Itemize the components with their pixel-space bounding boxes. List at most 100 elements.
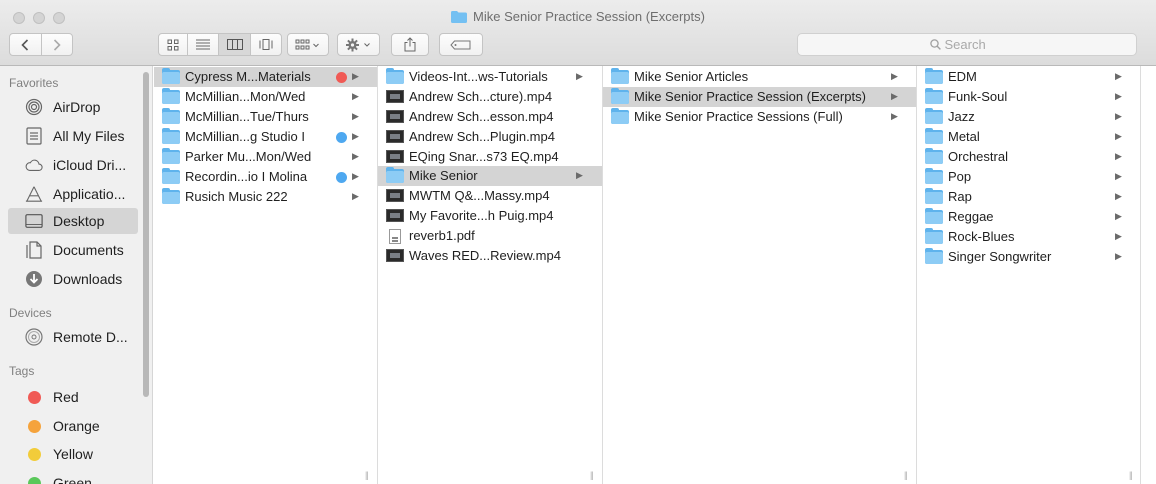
search-field[interactable] xyxy=(797,33,1137,56)
window-title: Mike Senior Practice Session (Excerpts) xyxy=(0,9,1156,26)
sidebar-item-documents[interactable]: Documents xyxy=(8,237,138,263)
column-resize-handle[interactable]: || xyxy=(365,470,369,480)
disclosure-arrow-icon: ▶ xyxy=(1115,131,1122,141)
list-item[interactable]: Mike Senior ▶ xyxy=(378,166,602,186)
share-button[interactable] xyxy=(391,33,429,56)
folder-icon xyxy=(925,208,943,224)
list-item[interactable]: Andrew Sch...esson.mp4 xyxy=(378,107,602,127)
orange-tag-dot-icon xyxy=(25,417,43,435)
back-button[interactable] xyxy=(10,34,42,55)
column-resize-handle[interactable]: || xyxy=(1129,470,1133,480)
list-item[interactable]: Mike Senior Articles ▶ xyxy=(603,67,916,87)
list-item[interactable]: Videos-Int...ws-Tutorials ▶ xyxy=(378,67,602,87)
action-button[interactable] xyxy=(337,33,380,56)
cover-flow-button[interactable] xyxy=(251,34,281,55)
list-item[interactable]: Funk-Soul ▶ xyxy=(917,87,1140,107)
list-item[interactable]: EQing Snar...s73 EQ.mp4 xyxy=(378,147,602,167)
forward-button[interactable] xyxy=(42,34,73,55)
list-item[interactable]: McMillian...Tue/Thurs ▶ xyxy=(154,107,377,127)
item-name: Jazz xyxy=(948,109,975,124)
column-view-icon xyxy=(226,39,243,50)
item-name: Rap xyxy=(948,189,972,204)
list-item[interactable]: Singer Songwriter ▶ xyxy=(917,247,1140,267)
folder-icon xyxy=(386,167,404,183)
list-item[interactable]: Waves RED...Review.mp4 xyxy=(378,246,602,266)
list-item[interactable]: Parker Mu...Mon/Wed ▶ xyxy=(154,147,377,167)
folder-icon xyxy=(925,68,943,84)
list-item[interactable]: McMillian...Mon/Wed ▶ xyxy=(154,87,377,107)
arrange-button[interactable] xyxy=(287,33,329,56)
sidebar-item-downloads[interactable]: Downloads xyxy=(8,266,138,292)
item-name: Videos-Int...ws-Tutorials xyxy=(409,69,548,84)
column-resize-handle[interactable]: || xyxy=(904,470,908,480)
list-item[interactable]: Metal ▶ xyxy=(917,127,1140,147)
cloud-icon xyxy=(25,156,43,174)
list-item[interactable]: Andrew Sch...cture).mp4 xyxy=(378,87,602,107)
sidebar-tag-green[interactable]: Green xyxy=(8,470,138,484)
sidebar-item-label: Red xyxy=(53,389,79,405)
list-item[interactable]: Mike Senior Practice Sessions (Full) ▶ xyxy=(603,107,916,127)
item-name: Pop xyxy=(948,169,972,184)
video-file-icon xyxy=(386,209,404,223)
column-view-button[interactable] xyxy=(219,34,251,55)
list-item[interactable]: Rusich Music 222 ▶ xyxy=(154,187,377,207)
list-item[interactable]: Pop ▶ xyxy=(917,167,1140,187)
list-item[interactable]: Rock-Blues ▶ xyxy=(917,227,1140,247)
list-item[interactable]: Recordin...io I Molina ▶ xyxy=(154,167,377,187)
sidebar-item-all-my-files[interactable]: All My Files xyxy=(8,123,138,149)
list-item[interactable]: Cypress M...Materials ▶ xyxy=(154,67,377,87)
yellow-tag-dot-icon xyxy=(25,445,43,463)
sidebar-item-desktop[interactable]: Desktop xyxy=(8,208,138,234)
sidebar-item-label: Orange xyxy=(53,418,100,434)
disclosure-arrow-icon: ▶ xyxy=(1115,111,1122,121)
item-name: My Favorite...h Puig.mp4 xyxy=(409,208,554,223)
list-item[interactable]: Rap ▶ xyxy=(917,187,1140,207)
airdrop-icon xyxy=(25,98,43,116)
disclosure-arrow-icon: ▶ xyxy=(1115,171,1122,181)
icon-view-button[interactable] xyxy=(159,34,188,55)
folder-icon xyxy=(611,88,629,104)
list-item[interactable]: Mike Senior Practice Session (Excerpts) … xyxy=(603,87,916,107)
tag-button[interactable] xyxy=(439,33,483,56)
sidebar-item-airdrop[interactable]: AirDrop xyxy=(8,94,138,120)
list-item[interactable]: McMillian...g Studio I ▶ xyxy=(154,127,377,147)
item-name: Metal xyxy=(948,129,980,144)
list-item[interactable]: EDM ▶ xyxy=(917,67,1140,87)
back-arrow-icon xyxy=(21,38,29,51)
item-name: Orchestral xyxy=(948,149,1008,164)
sidebar-item-icloud-drive[interactable]: iCloud Dri... xyxy=(8,152,138,178)
item-name: Waves RED...Review.mp4 xyxy=(409,248,561,263)
disclosure-arrow-icon: ▶ xyxy=(1115,151,1122,161)
sidebar-tag-yellow[interactable]: Yellow xyxy=(8,441,138,467)
item-name: Singer Songwriter xyxy=(948,249,1052,264)
list-item[interactable]: Orchestral ▶ xyxy=(917,147,1140,167)
sidebar-item-label: Remote D... xyxy=(53,329,128,345)
list-item[interactable]: My Favorite...h Puig.mp4 xyxy=(378,206,602,226)
folder-icon xyxy=(611,108,629,124)
sidebar-item-label: Yellow xyxy=(53,446,93,462)
red-tag-dot-icon xyxy=(336,72,347,83)
list-item[interactable]: MWTM Q&...Massy.mp4 xyxy=(378,186,602,206)
search-input[interactable] xyxy=(944,37,1005,52)
sidebar-tag-orange[interactable]: Orange xyxy=(8,413,138,439)
folder-icon xyxy=(162,168,180,184)
sidebar-scrollbar[interactable] xyxy=(143,72,149,397)
list-item[interactable]: Reggae ▶ xyxy=(917,207,1140,227)
list-item[interactable]: reverb1.pdf xyxy=(378,226,602,246)
list-view-button[interactable] xyxy=(188,34,219,55)
folder-icon xyxy=(925,168,943,184)
sidebar-item-applications[interactable]: Applicatio... xyxy=(8,181,138,207)
cover-flow-icon xyxy=(259,39,273,50)
sidebar-item-remote-disc[interactable]: Remote D... xyxy=(8,324,138,350)
list-item[interactable]: Andrew Sch...Plugin.mp4 xyxy=(378,127,602,147)
item-name: Mike Senior xyxy=(409,168,478,183)
disclosure-arrow-icon: ▶ xyxy=(1115,251,1122,261)
item-name: Mike Senior Articles xyxy=(634,69,749,84)
sidebar-item-label: Downloads xyxy=(53,271,123,287)
disclosure-arrow-icon: ▶ xyxy=(1115,231,1122,241)
list-item[interactable]: Jazz ▶ xyxy=(917,107,1140,127)
browser-column-2: Videos-Int...ws-Tutorials ▶ Andrew Sch..… xyxy=(378,66,603,484)
sidebar-tag-red[interactable]: Red xyxy=(8,384,138,410)
tag-icon xyxy=(450,40,471,49)
column-resize-handle[interactable]: || xyxy=(590,470,594,480)
